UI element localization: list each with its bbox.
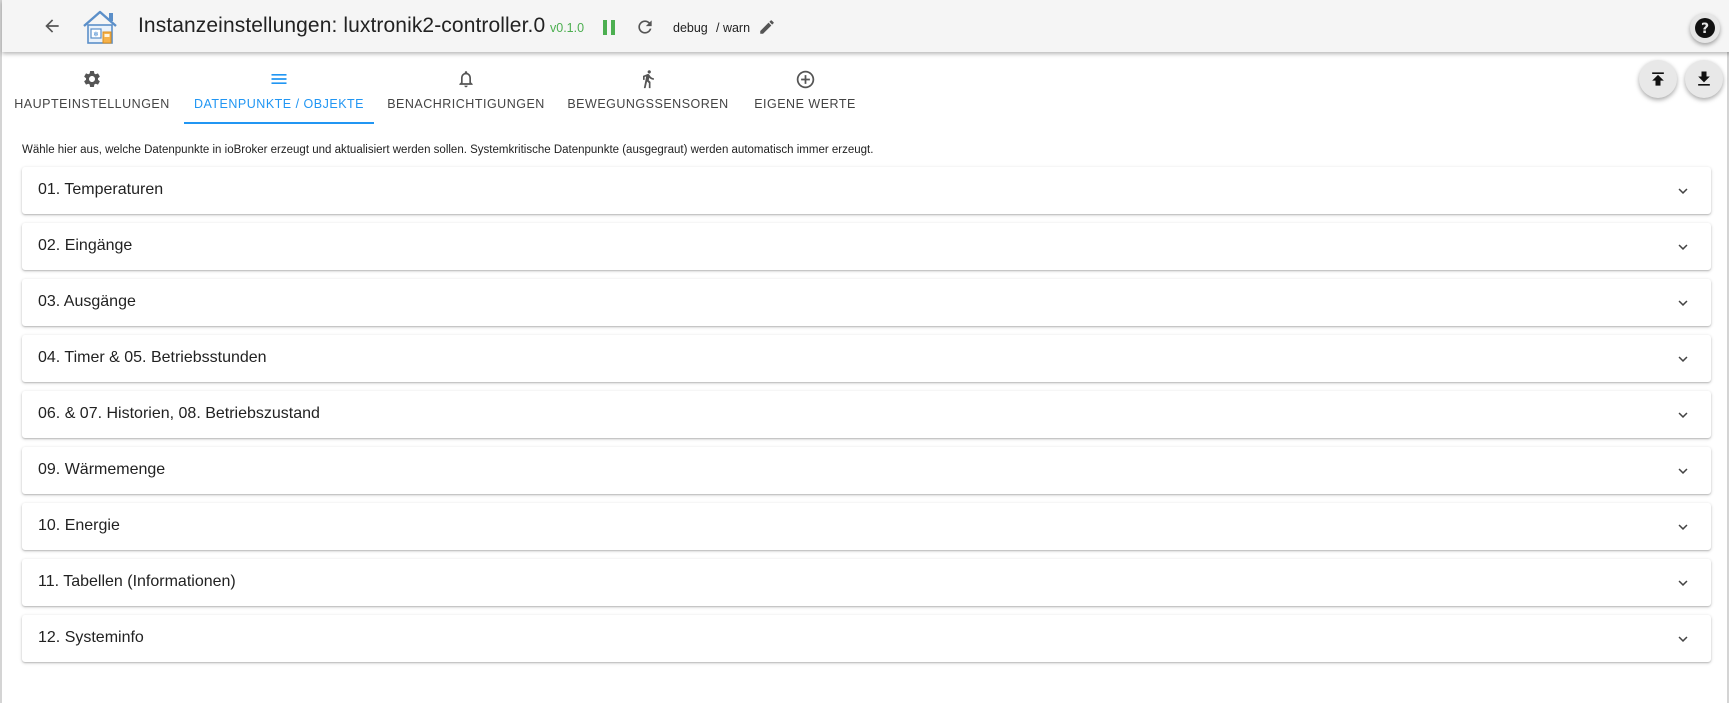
accordion-section[interactable]: 09. Wärmemenge [22, 447, 1711, 494]
tab-datenpunkte[interactable]: DATENPUNKTE / OBJEKTE [184, 52, 374, 124]
section-title: 10. Energie [38, 517, 120, 534]
intro-text: Wähle hier aus, welche Datenpunkte in io… [22, 144, 874, 156]
section-title: 01. Temperaturen [38, 181, 164, 198]
accordion-section[interactable]: 03. Ausgänge [22, 279, 1711, 326]
house-logo-icon: ❄ [80, 8, 120, 46]
pause-button[interactable] [601, 19, 617, 35]
chevron-down-icon[interactable] [1673, 461, 1693, 481]
edit-log-level-button[interactable] [758, 18, 776, 36]
section-title: 09. Wärmemenge [38, 461, 166, 478]
log-level-warn-label: / warn [716, 21, 751, 35]
chevron-down-icon[interactable] [1673, 181, 1693, 201]
chevron-down-icon[interactable] [1673, 517, 1693, 537]
accordion-section[interactable]: 06. & 07. Historien, 08. Betriebszustand [22, 391, 1711, 438]
restart-icon [638, 20, 652, 34]
back-button[interactable] [38, 12, 66, 40]
upload-icon [1652, 72, 1664, 86]
accordion-section[interactable]: 11. Tabellen (Informationen) [22, 559, 1711, 606]
list-icon [267, 67, 291, 91]
section-title: 02. Eingänge [38, 237, 133, 254]
chevron-down-icon[interactable] [1673, 237, 1693, 257]
tab-label: EIGENE WERTE [754, 97, 856, 111]
gear-icon [80, 67, 104, 91]
app-frame: ❄ Instanzeinstellungen: luxtronik2-contr… [0, 0, 1729, 703]
download-icon [1698, 71, 1710, 86]
chevron-down-icon[interactable] [1673, 349, 1693, 369]
version-label: v0.1.0 [550, 21, 585, 35]
accordion-section[interactable]: 12. Systeminfo [22, 615, 1711, 662]
tab-label: HAUPTEINSTELLUNGEN [14, 97, 170, 111]
accordion-list: 01. Temperaturen 02. Eingänge 03. Ausgän… [22, 167, 1711, 671]
svg-text:❄: ❄ [93, 31, 99, 39]
chevron-down-icon[interactable] [1673, 629, 1693, 649]
bell-icon [454, 67, 478, 91]
upload-button[interactable] [1639, 60, 1677, 98]
tab-haupteinstellungen[interactable]: HAUPTEINSTELLUNGEN [14, 52, 170, 124]
chevron-down-icon[interactable] [1673, 293, 1693, 313]
arrow-left-icon [45, 19, 59, 33]
log-level-label: debug [673, 21, 708, 35]
tab-label: BENACHRICHTIGUNGEN [387, 97, 545, 111]
tab-label: BEWEGUNGSSENSOREN [567, 97, 729, 111]
pencil-icon [760, 20, 774, 34]
accordion-section[interactable]: 01. Temperaturen [22, 167, 1711, 214]
download-button[interactable] [1685, 60, 1723, 98]
plus-circle-icon [793, 67, 817, 91]
help-button[interactable]: ? [1690, 13, 1720, 43]
restart-button[interactable] [635, 17, 655, 37]
accordion-section[interactable]: 02. Eingänge [22, 223, 1711, 270]
svg-text:?: ? [1701, 21, 1709, 37]
chevron-down-icon[interactable] [1673, 405, 1693, 425]
app-header: ❄ Instanzeinstellungen: luxtronik2-contr… [2, 0, 1729, 52]
accordion-section[interactable]: 10. Energie [22, 503, 1711, 550]
accordion-section[interactable]: 04. Timer & 05. Betriebsstunden [22, 335, 1711, 382]
help-icon: ? [1695, 18, 1715, 38]
pause-icon [603, 19, 615, 35]
tab-eigene-werte[interactable]: EIGENE WERTE [752, 52, 858, 124]
tab-bewegungssensoren[interactable]: BEWEGUNGSSENSOREN [567, 52, 729, 124]
section-title: 11. Tabellen (Informationen) [38, 573, 236, 590]
tab-label: DATENPUNKTE / OBJEKTE [193, 97, 364, 111]
section-title: 06. & 07. Historien, 08. Betriebszustand [38, 405, 320, 422]
walking-person-icon [636, 67, 660, 91]
section-title: 12. Systeminfo [38, 629, 144, 646]
section-title: 04. Timer & 05. Betriebsstunden [38, 349, 267, 366]
tab-benachrichtigungen[interactable]: BENACHRICHTIGUNGEN [387, 52, 545, 124]
page-title: Instanzeinstellungen: luxtronik2-control… [138, 14, 546, 37]
tab-bar: HAUPTEINSTELLUNGEN DATENPUNKTE / OBJEKTE… [2, 52, 1729, 124]
section-title: 03. Ausgänge [38, 293, 136, 310]
chevron-down-icon[interactable] [1673, 573, 1693, 593]
